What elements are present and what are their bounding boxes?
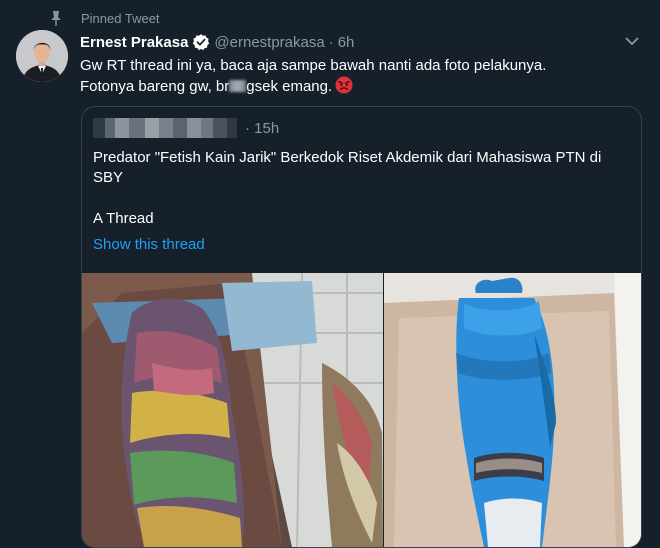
user-handle[interactable]: @ernestprakasa <box>214 34 324 51</box>
pinned-tweet-label: Pinned Tweet <box>81 10 160 26</box>
tweet-text-segment: gsek emang. <box>246 78 333 95</box>
tweet-header: Ernest Prakasa @ernestprakasa · 6h <box>80 31 620 53</box>
quoted-tweet-header: · 15h <box>93 117 279 139</box>
tweet-text-line-2: Fotonya bareng gw, br gsek emang. <box>80 76 620 97</box>
angry-face-emoji-icon <box>335 76 353 94</box>
tweet-timestamp[interactable]: 6h <box>338 34 355 51</box>
show-thread-link[interactable]: Show this thread <box>93 236 205 253</box>
tweet-text-line-1: Gw RT thread ini ya, baca aja sampe bawa… <box>80 57 547 74</box>
pin-icon <box>51 11 61 26</box>
quoted-tweet-timestamp[interactable]: · 15h <box>245 120 279 137</box>
quoted-tweet-media[interactable] <box>82 273 641 547</box>
media-photo-left[interactable] <box>82 273 383 547</box>
quoted-tweet-card[interactable]: · 15h Predator "Fetish Kain Jarik" Berke… <box>81 106 642 548</box>
separator-dot: · <box>245 119 250 137</box>
quoted-tweet-time: 15h <box>254 119 280 137</box>
censored-letter <box>229 80 247 92</box>
blurred-author-name <box>93 118 237 138</box>
tweet-text: Gw RT thread ini ya, baca aja sampe bawa… <box>80 56 620 97</box>
display-name[interactable]: Ernest Prakasa <box>80 34 188 51</box>
quoted-tweet-text: Predator "Fetish Kain Jarik" Berkedok Ri… <box>93 149 602 186</box>
verified-badge-icon <box>193 34 210 51</box>
thread-label: A Thread <box>93 210 154 227</box>
media-photo-right[interactable] <box>384 273 641 547</box>
separator-dot: · <box>328 33 334 51</box>
tweet-text-segment: Fotonya bareng gw, br <box>80 78 230 95</box>
avatar[interactable] <box>16 30 68 82</box>
pinned-tweet-indicator: Pinned Tweet <box>51 9 160 27</box>
chevron-down-icon[interactable] <box>622 31 642 51</box>
